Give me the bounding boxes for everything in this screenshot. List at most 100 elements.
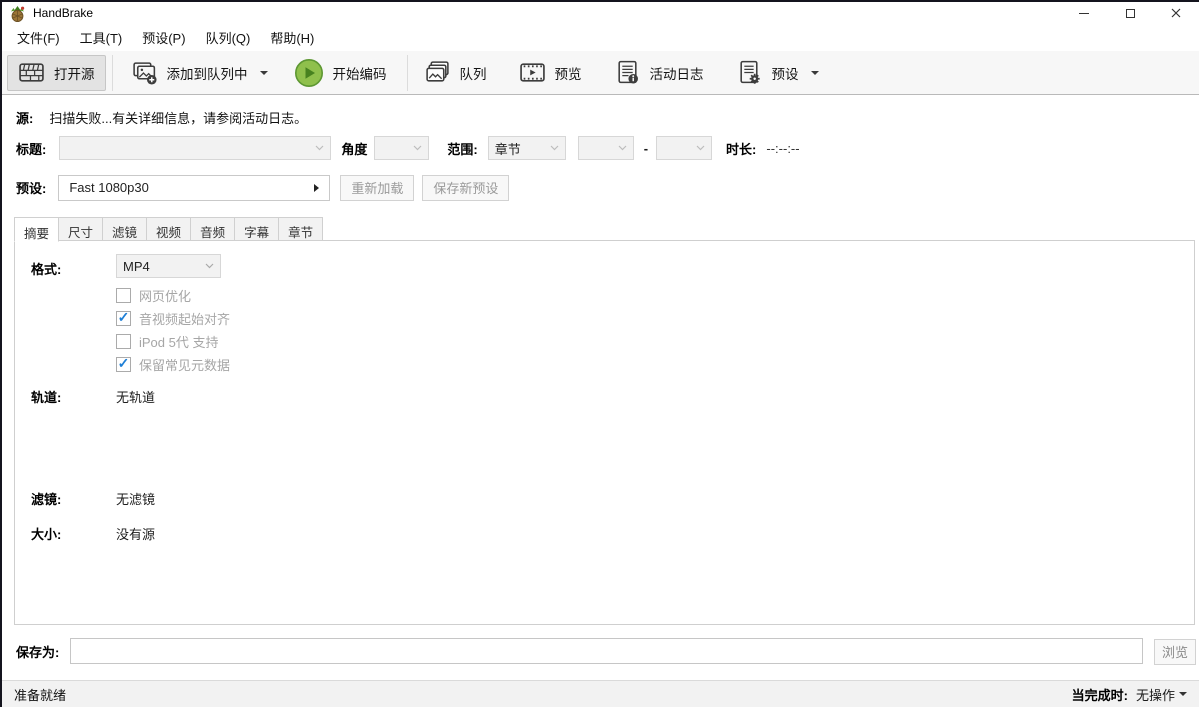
start-encode-button[interactable]: 开始编码 [284,55,397,91]
add-to-queue-button[interactable]: 添加到队列中 [121,55,278,91]
maximize-button[interactable] [1107,2,1153,24]
range-end-dropdown[interactable] [656,136,712,160]
title-dropdown[interactable] [59,136,331,160]
range-start-dropdown[interactable] [578,136,634,160]
checkbox-label: 音视频起始对齐 [139,309,230,328]
source-label: 源: [16,108,33,127]
size-label: 大小: [31,524,61,543]
queue-label: 队列 [460,63,487,83]
checkbox-box [116,288,131,303]
preset-dropdown-value: Fast 1080p30 [69,180,149,195]
clapperboard-icon [18,59,45,86]
filters-value: 无滤镜 [116,489,155,508]
toolbar-separator [407,55,408,91]
menu-presets[interactable]: 预设(P) [132,24,195,51]
handbrake-logo-icon [9,4,26,22]
save-new-preset-button[interactable]: 保存新预设 [422,175,509,201]
when-done-label: 当完成时: [1072,685,1128,704]
status-bar: 准备就绪 当完成时: 无操作 [2,680,1199,707]
title-label: 标题: [16,139,46,158]
checkbox-box [116,334,131,349]
duration-value: --:--:-- [766,141,799,156]
maximize-icon [1126,9,1135,18]
web-optimized-checkbox[interactable]: 网页优化 [116,286,191,304]
tab-chapters[interactable]: 章节 [278,217,323,241]
close-icon [1171,8,1181,18]
ipod-support-checkbox[interactable]: iPod 5代 支持 [116,332,218,350]
open-source-button[interactable]: 打开源 [7,55,106,91]
add-to-queue-icon [131,59,158,86]
filters-label: 滤镜: [31,489,61,508]
minimize-icon [1079,13,1089,14]
preset-label: 预设: [16,178,46,197]
chevron-right-icon [314,184,319,192]
chevron-down-icon [315,145,324,151]
menu-help[interactable]: 帮助(H) [260,24,324,51]
range-separator: - [644,141,648,156]
check-icon: ✓ [118,310,130,324]
angle-dropdown[interactable] [374,136,429,160]
tracks-value: 无轨道 [116,387,155,406]
toolbar: 打开源 添加到队列中 开始编码 [2,51,1199,95]
menu-file[interactable]: 文件(F) [7,24,70,51]
preview-button[interactable]: 预览 [509,55,592,91]
checkbox-label: iPod 5代 支持 [139,332,218,351]
reload-preset-button[interactable]: 重新加载 [340,175,414,201]
source-status-message: 扫描失败...有关详细信息，请参阅活动日志。 [49,108,307,127]
chevron-down-icon [205,263,214,269]
chevron-down-icon [413,145,422,151]
chevron-down-icon [696,145,705,151]
when-done-dropdown[interactable]: 无操作 [1136,685,1187,704]
add-to-queue-label: 添加到队列中 [167,63,248,83]
activity-log-button[interactable]: 活动日志 [604,55,714,91]
queue-button[interactable]: 队列 [414,55,497,91]
menu-queue[interactable]: 队列(Q) [196,24,261,51]
metadata-checkbox[interactable]: ✓ 保留常见元数据 [116,355,230,373]
presets-gear-icon [736,59,763,86]
minimize-button[interactable] [1061,2,1107,24]
tab-summary[interactable]: 摘要 [14,217,59,242]
presets-toolbar-label: 预设 [772,63,799,83]
tab-video[interactable]: 视频 [146,217,191,241]
chevron-down-icon [550,145,559,151]
status-text: 准备就绪 [14,685,66,704]
chevron-down-icon [260,71,268,75]
presets-toolbar-button[interactable]: 预设 [726,55,829,91]
browse-button[interactable]: 浏览 [1154,639,1196,665]
tracks-label: 轨道: [31,387,61,406]
range-type-dropdown[interactable]: 章节 [488,136,566,160]
title-row: 标题: 角度 范围: 章节 - 时长: --:--:-- [2,135,1199,161]
range-type-value: 章节 [495,139,521,158]
tab-audio[interactable]: 音频 [190,217,235,241]
preview-icon [519,59,546,86]
format-label: 格式: [31,259,61,278]
preset-row: 预设: Fast 1080p30 重新加载 保存新预设 [2,174,1199,201]
close-button[interactable] [1153,2,1199,24]
source-row: 源: 扫描失败...有关详细信息，请参阅活动日志。 [2,108,1199,126]
chevron-down-icon [1179,692,1187,696]
tab-filters[interactable]: 滤镜 [102,217,147,241]
handbrake-window: HandBrake 文件(F) 工具(T) 预设(P) 队列(Q) 帮助(H) … [0,0,1199,707]
format-dropdown-value: MP4 [123,259,150,274]
save-path-input[interactable] [70,638,1143,664]
toolbar-separator [112,55,113,91]
range-label: 范围: [447,139,477,158]
av-align-checkbox[interactable]: ✓ 音视频起始对齐 [116,309,230,327]
tab-strip: 摘要 尺寸 滤镜 视频 音频 字幕 章节 [14,217,322,242]
save-as-label: 保存为: [16,642,59,661]
menu-tools[interactable]: 工具(T) [70,24,133,51]
format-dropdown[interactable]: MP4 [116,254,221,278]
preset-dropdown[interactable]: Fast 1080p30 [58,175,330,201]
start-encode-label: 开始编码 [333,63,387,83]
tab-subtitles[interactable]: 字幕 [234,217,279,241]
duration-label: 时长: [726,139,756,158]
tab-dimensions[interactable]: 尺寸 [58,217,103,241]
chevron-down-icon [618,145,627,151]
size-value: 没有源 [116,524,155,543]
queue-icon [424,59,451,86]
checkbox-label: 保留常见元数据 [139,355,230,374]
window-title: HandBrake [33,6,93,20]
activity-log-label: 活动日志 [650,63,704,83]
summary-panel: 格式: MP4 网页优化 ✓ 音视频起始对齐 iPod 5代 支持 ✓ 保留常见… [14,240,1195,625]
when-done-value: 无操作 [1136,685,1175,704]
